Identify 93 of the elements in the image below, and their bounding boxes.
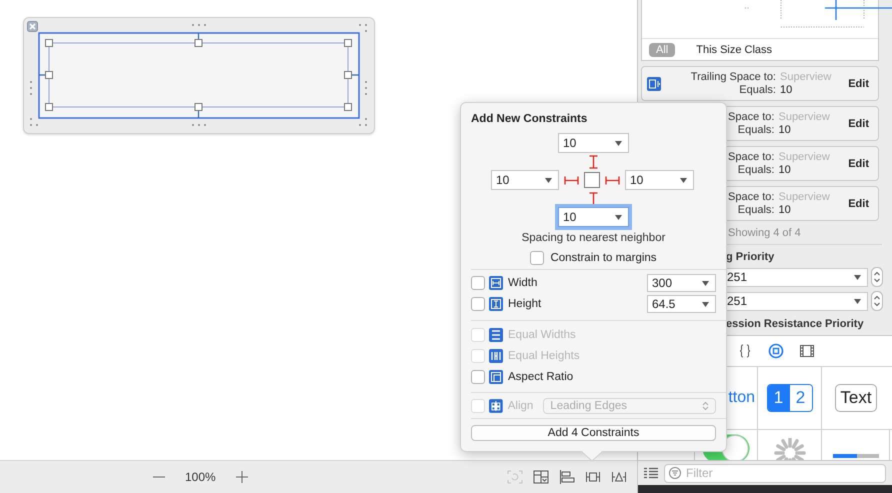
edit-link[interactable]: Edit (848, 198, 869, 210)
button-item[interactable]: tton (728, 389, 755, 407)
equal-widths-icon (489, 328, 503, 342)
spacing-ibeam-icon (605, 176, 620, 184)
constraint-value: 10 (780, 84, 794, 96)
constraint-value: 10 (778, 204, 792, 216)
braces-icon[interactable] (737, 343, 753, 359)
constraint-target: Superview (778, 191, 830, 203)
constraint-label: Space to: (728, 111, 774, 123)
zoom-in-icon[interactable] (234, 470, 249, 484)
spacing-ibeam-icon (564, 176, 579, 184)
size-class-tab[interactable]: This Size Class (689, 42, 780, 56)
add-constraints-button[interactable]: Add 4 Constraints (471, 425, 716, 441)
stepper-icon[interactable] (871, 291, 883, 311)
close-icon[interactable] (27, 21, 38, 32)
constraint-label: Trailing Space to: (690, 71, 776, 83)
equals-label: Equals: (736, 124, 774, 136)
caret-icon (680, 178, 687, 182)
caret-icon (702, 280, 709, 286)
stack-icon[interactable] (533, 470, 549, 484)
constraint-option-label: Height (508, 298, 542, 310)
spacing-field[interactable]: 10 (491, 170, 559, 190)
checkbox[interactable] (471, 276, 485, 290)
constraint-card[interactable]: Trailing Space to: Superview Equals: 10 Edit (641, 66, 879, 101)
checkbox[interactable] (530, 251, 544, 265)
spacing-field[interactable]: 10 (558, 207, 629, 227)
trailing-space-icon (647, 76, 661, 90)
spacing-caption: Spacing to nearest neighbor (522, 232, 666, 244)
caret-icon (702, 302, 709, 306)
constraint-count: Showing 4 of 4 (728, 227, 802, 239)
caret-icon (615, 140, 622, 146)
constraint-option-label: Equal Widths (508, 329, 576, 341)
object-icon[interactable] (768, 343, 784, 359)
constraint-option-label: Align (508, 400, 534, 412)
film-icon[interactable] (799, 343, 815, 359)
edit-link[interactable]: Edit (848, 78, 869, 90)
text-field-item[interactable]: Text (835, 384, 877, 412)
caret-icon (854, 274, 861, 280)
filter-field[interactable]: Filter (664, 464, 886, 482)
constraint-label: Space to: (728, 191, 774, 203)
checkbox-label: Constrain to margins (550, 252, 657, 264)
zoom-level: 100% (185, 470, 216, 484)
caret-icon (545, 178, 552, 182)
popover-title: Add New Constraints (471, 113, 588, 125)
constraint-target: Superview (778, 111, 830, 123)
resize-handle[interactable] (194, 103, 202, 111)
updown-icon (702, 400, 709, 410)
constraint-target: Superview (778, 151, 830, 163)
edit-link[interactable]: Edit (848, 158, 869, 170)
resolve-icon[interactable] (611, 470, 627, 484)
constraint-value: 10 (778, 124, 792, 136)
segment[interactable]: 1 (768, 385, 790, 411)
height-icon (489, 297, 503, 311)
resize-handle[interactable] (344, 103, 352, 111)
width-icon (489, 276, 503, 290)
spacing-field[interactable]: 10 (625, 170, 694, 190)
size-field[interactable]: 64.5 (647, 295, 716, 313)
aspect-ratio-icon (489, 370, 503, 384)
constraint-option-label: Width (508, 277, 538, 289)
checkbox[interactable] (471, 370, 485, 384)
view-square-icon (584, 172, 600, 188)
resize-handle[interactable] (45, 103, 53, 111)
spacing-ibeam-icon (589, 154, 598, 168)
scene-frame-drawing[interactable] (23, 17, 375, 134)
constraint-option-label: Equal Heights (508, 350, 580, 362)
align-icon (489, 398, 503, 412)
constraint-option-label: Aspect Ratio (508, 371, 574, 383)
pin-icon[interactable] (585, 470, 601, 484)
segmented-control[interactable]: 1 2 (766, 384, 812, 412)
constraint-value: 10 (778, 164, 792, 176)
resize-handle[interactable] (194, 39, 202, 47)
align-icon[interactable] (559, 470, 575, 484)
stepper-icon[interactable] (871, 267, 883, 287)
checkbox[interactable] (471, 297, 485, 311)
section-heading: ession Resistance Priority (726, 318, 865, 330)
equals-label: Equals: (738, 84, 776, 96)
resize-handle[interactable] (45, 71, 53, 79)
equals-label: Equals: (736, 204, 774, 216)
constraint-target: Superview (780, 71, 832, 83)
caret-icon (615, 214, 622, 220)
list-view-icon[interactable] (644, 467, 658, 479)
filter-icon (669, 467, 681, 479)
caret-icon (854, 298, 861, 304)
equals-label: Equals: (736, 164, 774, 176)
resize-handle[interactable] (45, 39, 53, 47)
constraint-label: Space to: (728, 151, 774, 163)
size-field[interactable]: 300 (647, 274, 716, 292)
edit-link[interactable]: Edit (848, 118, 869, 130)
resize-handle[interactable] (344, 71, 352, 79)
equal-heights-icon (489, 349, 503, 363)
segment[interactable]: 2 (790, 385, 812, 411)
resize-handle[interactable] (344, 39, 352, 47)
spacing-field[interactable]: 10 (558, 133, 629, 153)
